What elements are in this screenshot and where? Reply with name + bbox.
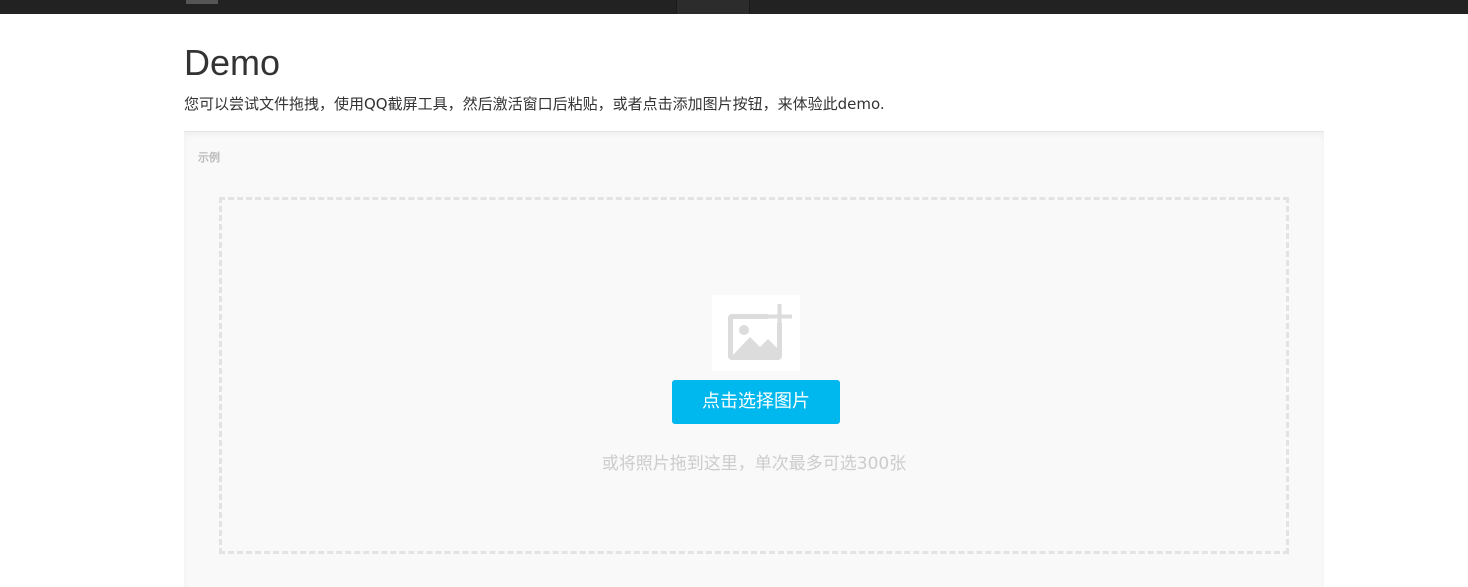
choose-image-button[interactable]: 点击选择图片 [672, 380, 840, 424]
navbar-active-tab[interactable] [676, 0, 750, 14]
page-description: 您可以尝试文件拖拽，使用QQ截屏工具，然后激活窗口后粘贴，或者点击添加图片按钮，… [184, 95, 885, 113]
example-label: 示例 [198, 151, 220, 164]
file-drop-zone[interactable]: 点击选择图片 或将照片拖到这里，单次最多可选300张 [219, 197, 1289, 554]
page-title: Demo [184, 42, 281, 83]
image-add-icon [712, 295, 800, 371]
drop-hint-text: 或将照片拖到这里，单次最多可选300张 [601, 454, 907, 474]
example-panel: 示例 点击选择图片 或将照片拖到这里，单次最多可选300张 [184, 131, 1324, 587]
navbar-brand[interactable] [186, 0, 218, 4]
top-navbar [0, 0, 1468, 14]
